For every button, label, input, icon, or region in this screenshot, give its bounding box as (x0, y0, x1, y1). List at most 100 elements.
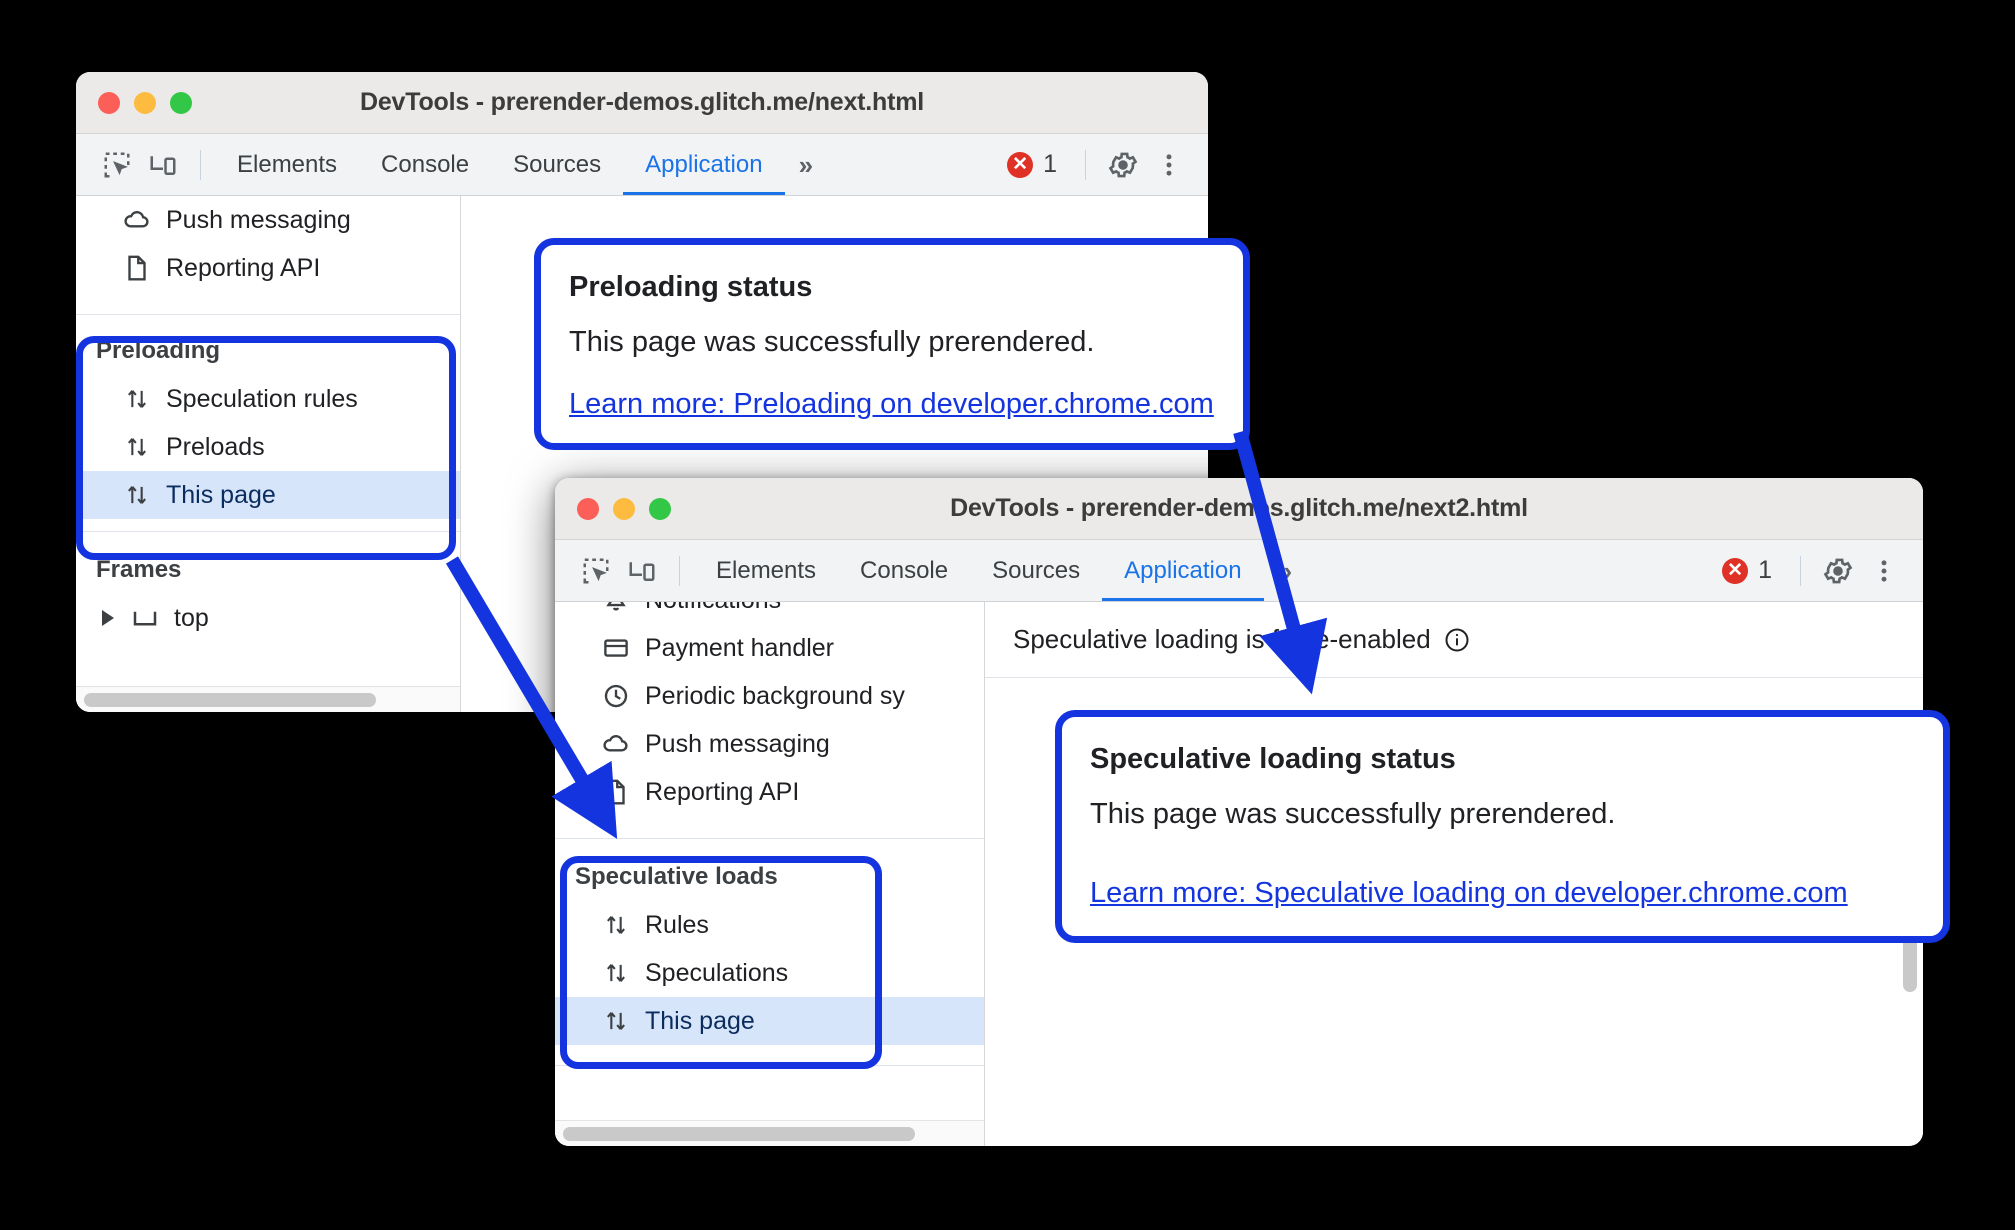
maximize-window-button[interactable] (649, 497, 671, 520)
sidebar-section-header-frames: Frames (96, 556, 182, 583)
error-count: 1 (1758, 556, 1772, 584)
sidebar-item-label: Notifications (645, 602, 781, 615)
error-count: 1 (1043, 150, 1057, 178)
maximize-window-button[interactable] (170, 91, 192, 114)
window2-sidebar-top-group: Notifications Payment handler (555, 602, 984, 816)
tab-sources[interactable]: Sources (970, 541, 1102, 601)
tab-elements[interactable]: Elements (694, 541, 838, 601)
sidebar-item-label: Speculations (645, 958, 789, 987)
window1-sidebar-top-group: Push messaging Reporting API (76, 196, 460, 292)
gear-icon[interactable] (1815, 549, 1861, 593)
document-icon (601, 777, 631, 807)
sidebar-item-reporting-api[interactable]: Reporting API (76, 244, 460, 292)
clock-icon (601, 681, 631, 711)
sidebar-item-speculations[interactable]: Speculations (555, 949, 984, 997)
sidebar-item-label: top (174, 603, 209, 632)
callout-body: This page was successfully prerendered. (569, 326, 1095, 358)
device-toolbar-icon[interactable] (140, 143, 186, 187)
sidebar-item-speculation-rules[interactable]: Speculation rules (76, 375, 460, 423)
tab-sources[interactable]: Sources (491, 135, 623, 195)
window2-sidebar-scroll[interactable]: Notifications Payment handler (555, 602, 984, 1120)
credit-card-icon (601, 633, 631, 663)
window1-sidebar[interactable]: Push messaging Reporting API Preloading … (76, 196, 461, 712)
error-icon: ✕ (1722, 557, 1749, 584)
tab-console[interactable]: Console (838, 541, 970, 601)
toolbar-divider (679, 555, 680, 586)
window2-horizontal-scrollbar[interactable] (555, 1120, 984, 1146)
sidebar-item-label: Push messaging (166, 205, 351, 234)
sidebar-item-rules[interactable]: Rules (555, 901, 984, 949)
close-window-button[interactable] (577, 497, 599, 520)
sidebar-item-label: Rules (645, 910, 709, 939)
sidebar-item-this-page[interactable]: This page (555, 997, 984, 1045)
window1-toolbar-right[interactable]: ✕ 1 (993, 143, 1192, 187)
error-badge[interactable]: ✕ 1 (1708, 556, 1786, 585)
chevron-right-icon[interactable] (102, 610, 114, 626)
banner-text: Speculative loading is force-enabled (1013, 624, 1431, 654)
kebab-menu-icon[interactable] (1146, 143, 1192, 187)
window1-panel-tabs[interactable]: Elements Console Sources Application » (215, 135, 824, 195)
tab-application[interactable]: Application (1102, 541, 1263, 601)
window2-titlebar[interactable]: DevTools - prerender-demos.glitch.me/nex… (555, 478, 1923, 540)
close-window-button[interactable] (98, 91, 120, 114)
callout-learn-more-link[interactable]: Learn more: Preloading on developer.chro… (569, 388, 1214, 421)
sidebar-item-label: This page (166, 480, 276, 509)
window2-toolbar-right[interactable]: ✕ 1 (1708, 549, 1907, 593)
tab-elements[interactable]: Elements (215, 135, 359, 195)
error-badge[interactable]: ✕ 1 (993, 150, 1071, 179)
window1-titlebar[interactable]: DevTools - prerender-demos.glitch.me/nex… (76, 72, 1208, 134)
force-enabled-banner: Speculative loading is force-enabled (985, 602, 1923, 678)
window2-speculative-section: Speculative loads Rules Speculations Thi… (555, 839, 984, 1045)
scrollbar-thumb[interactable] (563, 1126, 915, 1141)
window2-sidebar[interactable]: Notifications Payment handler (555, 602, 985, 1146)
sidebar-item-label: Preloads (166, 432, 265, 461)
minimize-window-button[interactable] (134, 91, 156, 114)
sidebar-item-label: Push messaging (645, 729, 830, 758)
updown-arrows-icon (122, 432, 152, 462)
callout-learn-more-link[interactable]: Learn more: Speculative loading on devel… (1090, 877, 1848, 910)
callout-body: This page was successfully prerendered. (1090, 798, 1616, 830)
tab-application[interactable]: Application (623, 135, 784, 195)
gear-icon[interactable] (1100, 143, 1146, 187)
sidebar-item-label: This page (645, 1006, 755, 1035)
toolbar-divider-right (1085, 149, 1086, 180)
sidebar-item-push-messaging[interactable]: Push messaging (555, 720, 984, 768)
scrollbar-thumb[interactable] (84, 692, 376, 707)
window1-traffic-lights[interactable] (98, 91, 192, 114)
window1-devtools-toolbar[interactable]: Elements Console Sources Application » ✕… (76, 134, 1208, 196)
window2-traffic-lights[interactable] (577, 497, 671, 520)
inspect-element-icon[interactable] (573, 549, 619, 593)
sidebar-item-preloads[interactable]: Preloads (76, 423, 460, 471)
sidebar-item-label: Reporting API (166, 253, 321, 282)
window1-horizontal-scrollbar[interactable] (76, 686, 460, 712)
frame-icon (130, 603, 160, 633)
sidebar-item-label: Payment handler (645, 633, 835, 662)
sidebar-section-divider-2 (555, 1065, 984, 1066)
screenshot-stage: DevTools - prerender-demos.glitch.me/nex… (0, 0, 2015, 1230)
callout-title: Speculative loading status (1090, 743, 1456, 775)
sidebar-item-periodic-background-sync[interactable]: Periodic background sy (555, 672, 984, 720)
minimize-window-button[interactable] (613, 497, 635, 520)
sidebar-item-payment-handler[interactable]: Payment handler (555, 624, 984, 672)
tab-console[interactable]: Console (359, 135, 491, 195)
updown-arrows-icon (122, 384, 152, 414)
callout-speculative-loading-status: Speculative loading status This page was… (1055, 710, 1950, 943)
sidebar-item-push-messaging[interactable]: Push messaging (76, 196, 460, 244)
sidebar-item-top-frame[interactable]: top (76, 594, 460, 642)
bell-icon (601, 602, 631, 615)
kebab-menu-icon[interactable] (1861, 549, 1907, 593)
sidebar-item-this-page[interactable]: This page (76, 471, 460, 519)
window2-devtools-toolbar[interactable]: Elements Console Sources Application » ✕… (555, 540, 1923, 602)
more-tabs-icon[interactable]: » (785, 135, 824, 195)
info-icon[interactable] (1443, 626, 1471, 654)
updown-arrows-icon (601, 1006, 631, 1036)
inspect-element-icon[interactable] (94, 143, 140, 187)
sidebar-section-header-preloading: Preloading (96, 337, 221, 364)
updown-arrows-icon (122, 480, 152, 510)
window2-panel-tabs[interactable]: Elements Console Sources Application » (694, 541, 1303, 601)
more-tabs-icon[interactable]: » (1264, 541, 1303, 601)
device-toolbar-icon[interactable] (619, 549, 665, 593)
sidebar-item-reporting-api[interactable]: Reporting API (555, 768, 984, 816)
sidebar-item-notifications[interactable]: Notifications (555, 602, 984, 624)
window1-sidebar-scroll[interactable]: Push messaging Reporting API Preloading … (76, 196, 460, 686)
